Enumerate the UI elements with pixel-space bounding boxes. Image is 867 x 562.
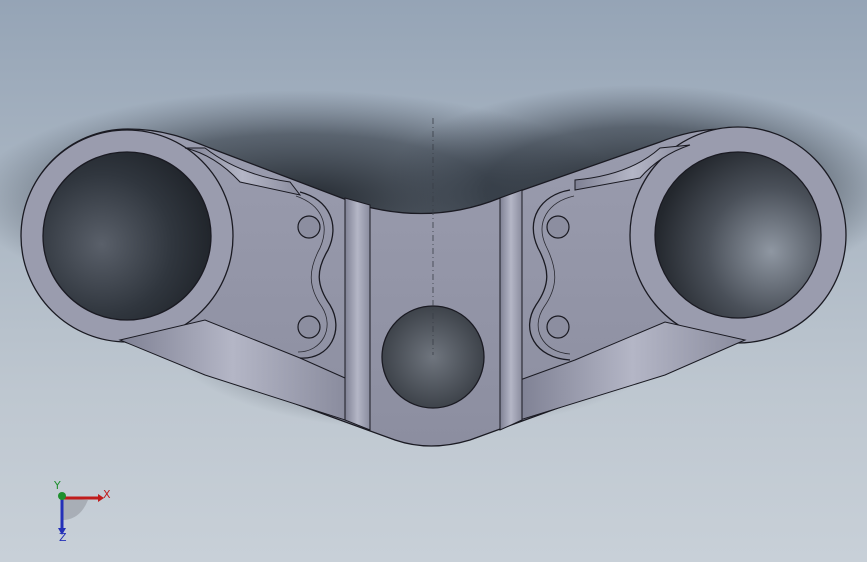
right-small-hole-top — [546, 215, 570, 239]
model-view[interactable] — [0, 0, 867, 562]
reference-triad[interactable]: X Y Z — [40, 480, 120, 550]
graphics-viewport[interactable]: X Y Z — [0, 0, 867, 562]
left-bore — [42, 151, 212, 321]
axis-z-label: Z — [59, 531, 67, 544]
axis-x-label: X — [103, 488, 111, 501]
center-channel-right-wall — [499, 189, 523, 431]
left-small-hole-top — [297, 215, 321, 239]
left-small-hole-bottom — [297, 315, 321, 339]
center-channel-left-wall — [344, 197, 371, 431]
center-bore — [381, 305, 485, 409]
axis-y-label: Y — [54, 479, 61, 492]
right-small-hole-bottom — [546, 315, 570, 339]
right-bore — [654, 151, 822, 319]
